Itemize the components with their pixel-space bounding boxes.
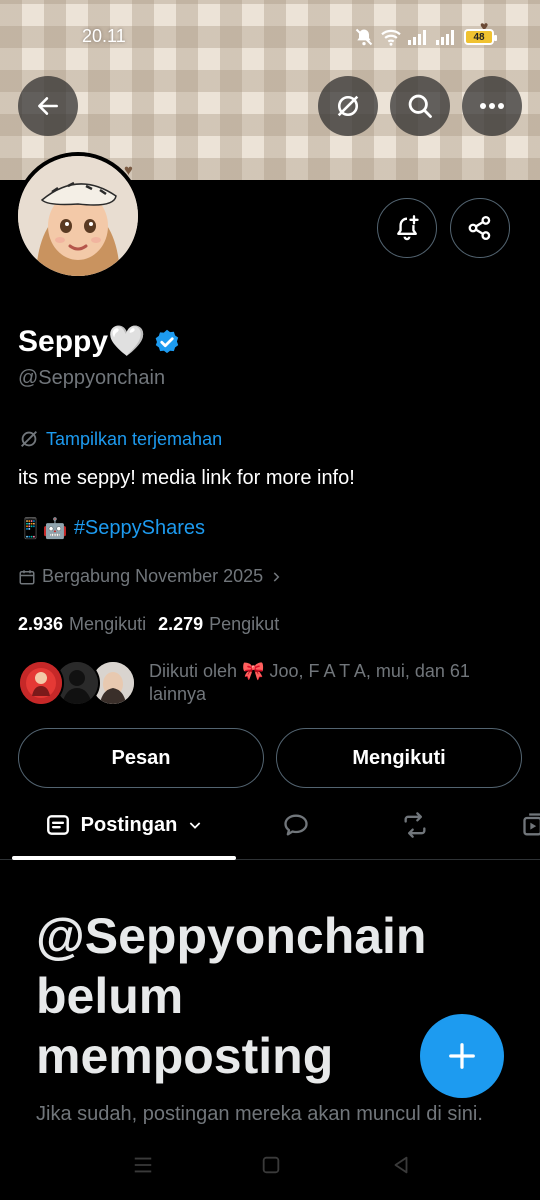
profile-handle: @Seppyonchain [18,367,166,389]
more-button[interactable] [462,76,522,136]
profile-avatar[interactable] [14,152,142,280]
plus-icon [449,1043,475,1069]
display-name: Seppy🤍 [18,325,146,358]
tab-posts[interactable]: Postingan [12,790,236,860]
following-count[interactable]: 2.936 Mengikuti [18,614,146,635]
follower-avatar [18,660,64,706]
followed-by-text: Diikuti oleh 🎀 Joo, F A T A, mui, dan 61… [149,661,470,704]
chevron-right-icon [273,571,280,582]
heart-decoration-icon: ♥ [124,162,133,179]
posts-icon [46,815,69,835]
avatar-illustration [18,156,138,276]
follow-counts: 2.936 Mengikuti 2.279 Pengikut [18,614,279,635]
home-square-icon [262,1156,280,1174]
status-time: 20.11 [82,26,126,46]
back-button[interactable] [18,76,78,136]
battery-icon: 48 [464,29,497,45]
menu-icon [134,1157,152,1173]
reposts-icon [404,812,426,838]
translate-bio-link[interactable]: Tampilkan terjemahan [18,428,222,450]
followers-count[interactable]: 2.279 Pengikut [158,614,279,635]
media-icon [523,813,540,836]
tab-replies[interactable] [282,810,310,840]
translate-button[interactable] [318,76,378,136]
nav-back-button[interactable] [390,1154,412,1181]
search-button[interactable] [390,76,450,136]
bell-plus-icon [397,215,419,241]
share-button[interactable] [450,198,510,258]
active-tab-indicator [12,856,236,860]
more-icon [480,103,504,109]
back-triangle-icon [394,1156,408,1174]
system-nav-bar [0,1140,540,1200]
share-icon [468,215,491,241]
calendar-icon [19,569,35,584]
chevron-down-icon [190,822,201,829]
name-row: Seppy🤍 [18,324,181,359]
mute-icon [354,27,374,47]
back-arrow-icon [38,97,58,115]
message-button[interactable]: Pesan [18,728,264,788]
translate-label: Tampilkan terjemahan [46,428,223,449]
wifi-icon [380,28,402,46]
translate-icon [337,95,359,117]
signal-icon [408,29,430,45]
hashtag-link[interactable]: #SeppyShares [74,517,205,540]
nav-home-button[interactable] [260,1154,282,1181]
notify-button[interactable] [377,198,437,258]
compose-post-button[interactable] [420,1014,504,1098]
tab-media[interactable] [520,810,540,840]
joined-label: Bergabung November 2025 [42,566,264,586]
bio-hashtag-row: 📱🤖 #SeppyShares [18,516,205,541]
status-icons: 48 [354,25,497,49]
battery-level: 48 [473,31,485,43]
profile-tabs: Postingan [0,790,540,860]
profile-bio: its me seppy! media link for more info! [18,467,355,489]
tab-reposts[interactable] [400,810,430,840]
tab-posts-label: Postingan [80,813,178,836]
status-bar: 20.11 48 [0,22,540,52]
verified-badge-icon [156,329,179,353]
empty-state-subtitle: Jika sudah, postingan mereka akan muncul… [36,1103,483,1125]
search-icon [408,94,432,118]
translate-icon [21,431,37,447]
replies-icon [284,814,308,836]
bio-emoji: 📱🤖 [18,518,68,540]
empty-state-title: @Seppyonchain belum memposting [36,908,427,1084]
followers-you-know[interactable]: Diikuti oleh 🎀 Joo, F A T A, mui, dan 61… [18,658,518,710]
nav-recents-button[interactable] [132,1154,154,1181]
following-button[interactable]: Mengikuti [276,728,522,788]
signal-icon [436,29,458,45]
joined-date[interactable]: Bergabung November 2025 [18,566,283,587]
